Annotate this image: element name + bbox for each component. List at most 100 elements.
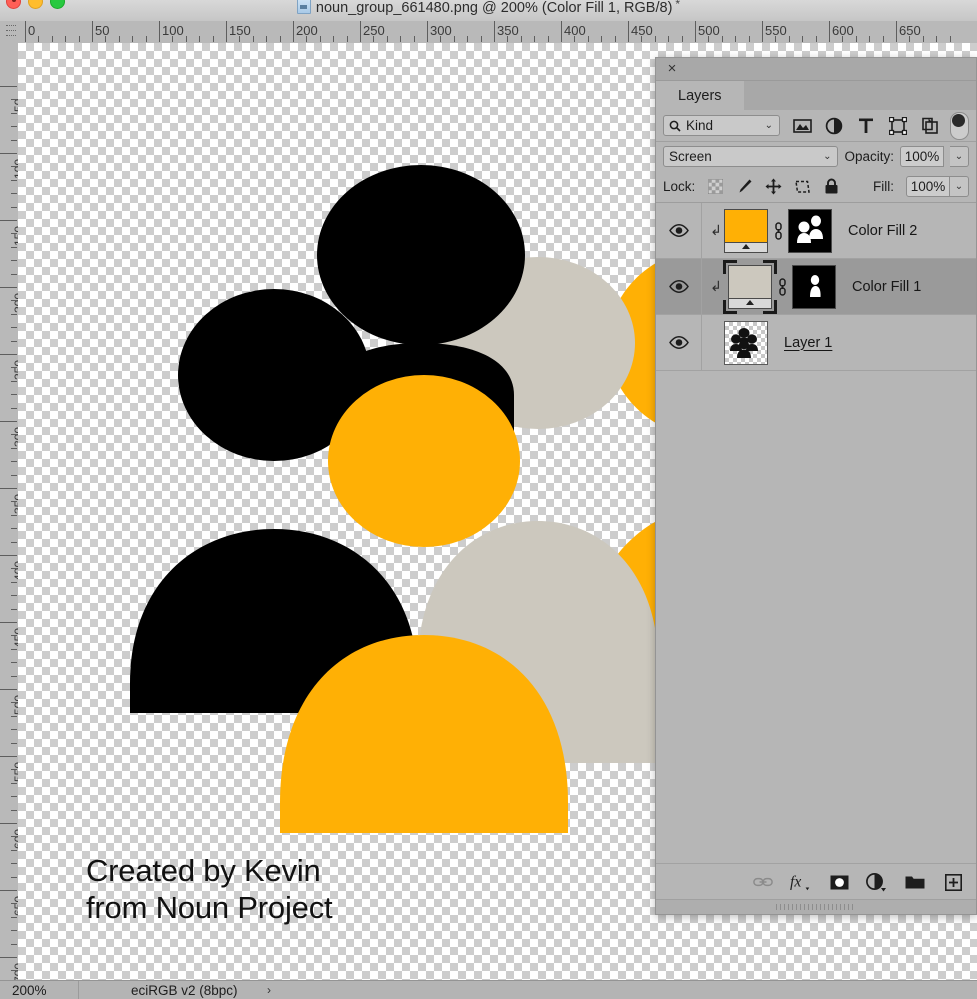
fill-input[interactable]: 100%: [906, 176, 950, 197]
ruler-minor-tick: [11, 274, 17, 275]
ruler-minor-tick: [11, 702, 17, 703]
ruler-minor-tick: [119, 36, 120, 42]
ruler-minor-tick: [11, 810, 17, 811]
layer-row-color-fill-2[interactable]: ↲: [656, 203, 976, 259]
tab-strip-empty: [744, 81, 976, 110]
lock-all-icon[interactable]: [817, 175, 846, 199]
credit-line-2: from Noun Project: [86, 890, 506, 927]
filter-type-layers-icon[interactable]: [850, 113, 882, 139]
eye-icon: [669, 280, 689, 293]
ruler-major-tick: [0, 421, 17, 422]
ruler-minor-tick: [11, 903, 17, 904]
ruler-minor-tick: [11, 582, 17, 583]
ruler-minor-tick: [11, 944, 17, 945]
ruler-minor-tick: [11, 515, 17, 516]
filter-adjustment-layers-icon[interactable]: [818, 113, 850, 139]
layer-mask-thumbnail[interactable]: [788, 209, 832, 253]
ruler-minor-tick: [816, 36, 817, 42]
ruler-minor-tick: [856, 36, 857, 42]
filter-enable-toggle[interactable]: [950, 112, 969, 140]
layer-visibility-toggle[interactable]: [656, 203, 702, 258]
layer-mask-thumbnail[interactable]: [792, 265, 836, 309]
ruler-major-tick: [0, 287, 17, 288]
ruler-major-tick: [494, 21, 495, 42]
mask-link-icon[interactable]: [772, 278, 792, 296]
window-title-bar: noun_group_661480.png @ 200% (Color Fill…: [0, 0, 977, 22]
opacity-input[interactable]: 100%: [900, 146, 944, 167]
layer-row-layer-1[interactable]: Layer 1: [656, 315, 976, 371]
layer-fill-thumbnail[interactable]: [724, 209, 768, 253]
close-icon[interactable]: ×: [664, 61, 680, 77]
filter-pixel-layers-icon[interactable]: [786, 113, 818, 139]
chevron-down-icon: ⌄: [765, 120, 773, 131]
ruler-minor-tick: [11, 501, 17, 502]
vertical-ruler[interactable]: 5010015020025030035040045050055060065070…: [0, 43, 19, 981]
ruler-minor-tick: [708, 36, 709, 42]
ruler-minor-tick: [11, 917, 17, 918]
ruler-minor-tick: [775, 36, 776, 42]
layer-row-color-fill-1[interactable]: ↲: [656, 259, 976, 315]
ruler-minor-tick: [320, 36, 321, 42]
layer-name-label[interactable]: Color Fill 1: [852, 279, 921, 295]
layer-list: ↲: [656, 203, 976, 371]
filter-shape-layers-icon[interactable]: [882, 113, 914, 139]
fill-label: Fill:: [873, 179, 894, 194]
layer-style-fx-button[interactable]: fx: [790, 870, 812, 894]
ruler-minor-tick: [11, 595, 17, 596]
new-layer-button[interactable]: [942, 870, 964, 894]
color-profile-field[interactable]: eciRGB v2 (8bpc) ›: [79, 983, 279, 998]
clipping-mask-arrow-icon: ↲: [708, 278, 724, 295]
ruler-minor-tick: [548, 36, 549, 42]
layer-name-label[interactable]: Color Fill 2: [848, 223, 917, 239]
zoom-level-field[interactable]: 200%: [0, 983, 78, 998]
blend-mode-select[interactable]: Screen ⌄: [663, 146, 838, 167]
horizontal-ruler[interactable]: 050100150200250300350400450500550600650: [18, 21, 977, 44]
ruler-minor-tick: [11, 381, 17, 382]
ruler-minor-tick: [11, 475, 17, 476]
ruler-major-tick: [293, 21, 294, 42]
link-layers-button[interactable]: [752, 870, 774, 894]
ruler-minor-tick: [11, 394, 17, 395]
clipping-mask-arrow-icon: ↲: [708, 222, 724, 239]
panel-resize-grip[interactable]: [656, 899, 976, 914]
lock-position-icon[interactable]: [759, 175, 788, 199]
fill-chevron-down-icon[interactable]: ⌄: [950, 176, 969, 197]
ruler-minor-tick: [615, 36, 616, 42]
ruler-minor-tick: [266, 36, 267, 42]
layer-name-label[interactable]: Layer 1: [784, 335, 832, 351]
ruler-minor-tick: [306, 36, 307, 42]
ruler-minor-tick: [869, 36, 870, 42]
ruler-origin-corner[interactable]: [0, 21, 19, 44]
ruler-minor-tick: [11, 233, 17, 234]
eye-icon: [669, 224, 689, 237]
ruler-major-tick: [0, 555, 17, 556]
ruler-major-tick: [226, 21, 227, 42]
layer-fill-thumbnail[interactable]: [728, 265, 772, 309]
opacity-chevron-down-icon[interactable]: ⌄: [950, 146, 969, 167]
ruler-major-tick: [159, 21, 160, 42]
tab-layers[interactable]: Layers: [656, 81, 744, 110]
new-group-button[interactable]: [904, 870, 926, 894]
ruler-minor-tick: [655, 36, 656, 42]
ruler-minor-tick: [52, 36, 53, 42]
filter-kind-select[interactable]: Kind ⌄: [663, 115, 780, 136]
layer-visibility-toggle[interactable]: [656, 315, 702, 370]
ruler-minor-tick: [347, 36, 348, 42]
lock-transparent-pixels-icon[interactable]: [701, 175, 730, 199]
mask-link-icon[interactable]: [768, 222, 788, 240]
filter-smart-object-layers-icon[interactable]: [914, 113, 946, 139]
layer-visibility-toggle[interactable]: [656, 259, 702, 314]
ruler-minor-tick: [11, 783, 17, 784]
panel-title-bar[interactable]: ×: [656, 58, 976, 81]
lock-image-pixels-icon[interactable]: [730, 175, 759, 199]
lock-artboard-nesting-icon[interactable]: [788, 175, 817, 199]
add-layer-mask-button[interactable]: [828, 870, 850, 894]
opacity-label: Opacity:: [844, 149, 894, 164]
ruler-minor-tick: [11, 769, 17, 770]
new-fill-adjustment-layer-button[interactable]: [866, 870, 888, 894]
ruler-minor-tick: [280, 36, 281, 42]
layer-content-thumbnail[interactable]: [724, 321, 768, 365]
ruler-minor-tick: [440, 36, 441, 42]
ruler-minor-tick: [507, 36, 508, 42]
ruler-minor-tick: [414, 36, 415, 42]
